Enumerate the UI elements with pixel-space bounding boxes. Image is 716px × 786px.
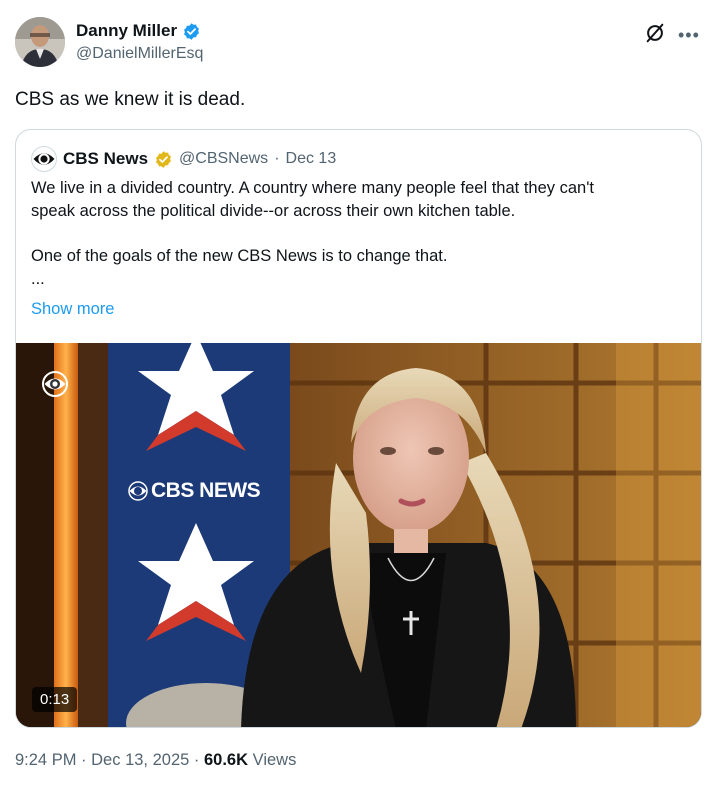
verified-badge-icon	[184, 22, 200, 40]
tweet-date[interactable]: Dec 13, 2025	[91, 751, 189, 769]
author-name[interactable]: Danny Miller	[76, 21, 201, 41]
quoted-tweet-date[interactable]: Dec 13	[286, 150, 337, 168]
more-icon[interactable]: •••	[678, 25, 700, 46]
quoted-body-line: One of the goals of the new CBS News is …	[31, 247, 448, 265]
separator-dot: ·	[274, 150, 280, 167]
grok-icon[interactable]	[644, 22, 666, 44]
author-handle[interactable]: @DanielMillerEsq	[76, 45, 203, 63]
backdrop-logo: CBS NEWS	[128, 479, 261, 503]
separator-dot: ·	[193, 751, 200, 769]
cbs-eye-logo-icon[interactable]	[31, 146, 57, 172]
author-avatar[interactable]	[15, 17, 65, 67]
quoted-body-ellipsis: ...	[31, 270, 45, 288]
author-name-text[interactable]: Danny Miller	[76, 21, 177, 41]
tweet-meta: 9:24 PM · Dec 13, 2025 · 60.6K Views	[15, 751, 296, 770]
tweet-time[interactable]: 9:24 PM	[15, 751, 76, 769]
video-player[interactable]: CBS NEWS 0:13	[16, 343, 701, 727]
video-duration-badge: 0:13	[32, 687, 78, 712]
quoted-body-line: speak across the political divide--or ac…	[31, 202, 516, 220]
cbs-watermark-icon	[42, 371, 68, 397]
gold-verified-badge-icon	[156, 150, 171, 168]
quoted-tweet-header: CBS News @CBSNews · Dec 13	[31, 146, 336, 172]
quoted-author-handle[interactable]: @CBSNews	[179, 150, 268, 168]
tweet-text: CBS as we knew it is dead.	[15, 89, 246, 110]
cbs-eye-mark-icon	[128, 481, 148, 501]
video-frame	[16, 343, 701, 727]
views-label: Views	[252, 751, 297, 769]
quoted-body-line: We live in a divided country. A country …	[31, 179, 594, 197]
quoted-author-name[interactable]: CBS News	[63, 149, 148, 169]
backdrop-text: CBS NEWS	[151, 479, 261, 502]
separator-dot: ·	[81, 751, 87, 769]
quoted-tweet-card[interactable]: CBS News @CBSNews · Dec 13 We live in a …	[15, 129, 702, 728]
quoted-tweet-body: We live in a divided country. A country …	[31, 177, 691, 291]
show-more-link[interactable]: Show more	[31, 300, 114, 319]
views-count[interactable]: 60.6K	[204, 751, 248, 769]
